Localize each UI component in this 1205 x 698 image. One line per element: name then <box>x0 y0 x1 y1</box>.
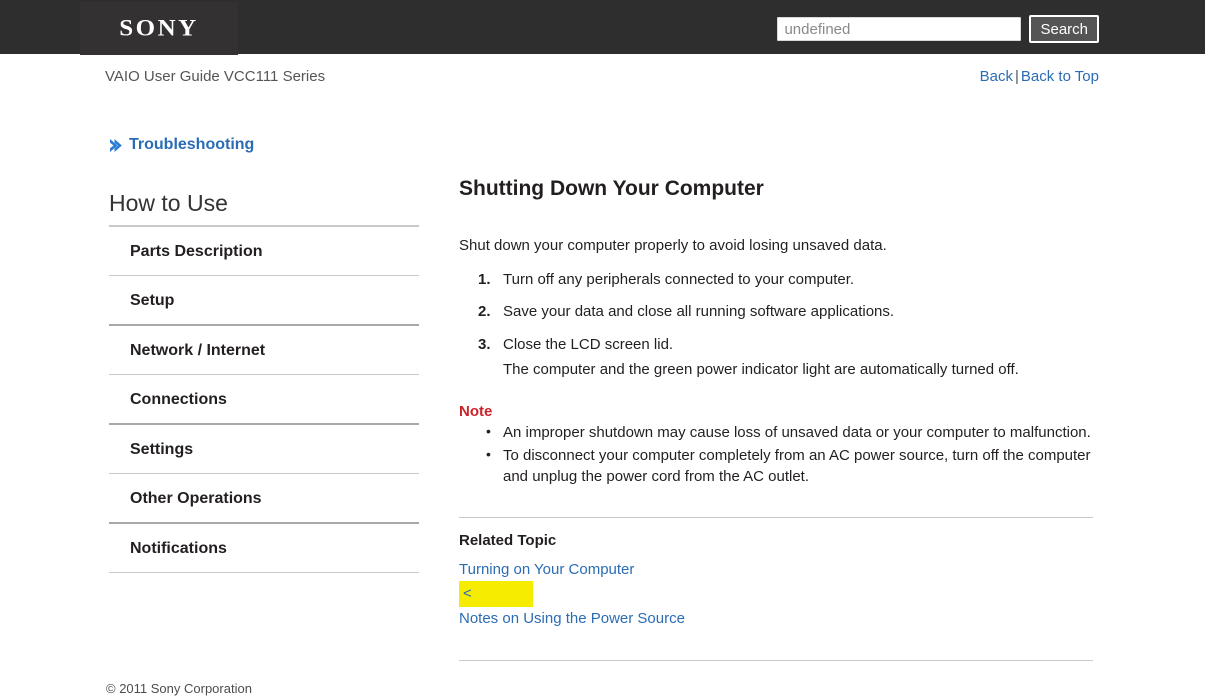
sidebar: Troubleshooting How to Use Parts Descrip… <box>109 136 419 573</box>
sony-wordmark-icon: SONY <box>119 16 199 41</box>
page-title: VAIO User Guide VCC111 Series <box>105 68 326 85</box>
sidebar-item-other-operations[interactable]: Other Operations <box>109 474 419 524</box>
nav-separator: | <box>1014 68 1019 85</box>
note-list: An improper shutdown may cause loss of u… <box>459 421 1093 489</box>
sidebar-item-setup[interactable]: Setup <box>109 276 419 326</box>
sidebar-section-heading: How to Use <box>109 190 419 227</box>
highlighted-link[interactable]: < <box>459 581 533 607</box>
sidebar-item-settings[interactable]: Settings <box>109 425 419 474</box>
main-content: Shutting Down Your Computer Shut down yo… <box>459 176 1093 662</box>
search-button[interactable]: Search <box>1029 15 1099 43</box>
list-item: An improper shutdown may cause loss of u… <box>486 421 1093 444</box>
guide-title-row: VAIO User Guide VCC111 Series Back | Back … <box>0 54 1205 100</box>
sidebar-item-network-internet[interactable]: Network / Internet <box>109 326 419 375</box>
sidebar-item-notifications[interactable]: Notifications <box>109 524 419 573</box>
note-heading: Note <box>459 402 493 420</box>
sidebar-item-parts-description[interactable]: Parts Description <box>109 227 419 276</box>
search-input[interactable] <box>777 17 1022 41</box>
related-link-notes-on-using-the-power-source[interactable]: Notes on Using the Power Source <box>459 607 1093 630</box>
sidebar-item-troubleshooting[interactable]: Troubleshooting <box>109 136 254 154</box>
list-item: Turn off any peripherals connected to yo… <box>478 269 1093 292</box>
footer-copyright: © 2011 Sony Corporation <box>106 681 252 696</box>
sidebar-item-troubleshooting-label: Troubleshooting <box>129 136 255 153</box>
related-topic-block: Related Topic Turning on Your Computer <… <box>459 532 1093 630</box>
back-to-top-link[interactable]: Back to Top <box>1021 68 1099 85</box>
step-text: Close the LCD screen lid. <box>503 335 674 353</box>
divider-top <box>459 517 1093 519</box>
list-item: Save your data and close all running sof… <box>478 301 1093 324</box>
steps-list: Turn off any peripherals connected to yo… <box>459 269 1093 382</box>
chevron-right-icon <box>109 138 122 153</box>
content-heading: Shutting Down Your Computer <box>459 177 764 200</box>
related-topic-heading: Related Topic <box>459 532 557 550</box>
sony-logo[interactable]: SONY <box>80 2 238 55</box>
sidebar-item-connections[interactable]: Connections <box>109 375 419 425</box>
list-item: Close the LCD screen lid. The computer a… <box>478 334 1093 382</box>
list-item: To disconnect your computer completely f… <box>486 444 1093 489</box>
divider-bottom <box>459 660 1093 662</box>
back-link[interactable]: Back <box>980 68 1013 85</box>
site-header: SONY Search <box>0 0 1205 55</box>
step-subtext: The computer and the green power indicat… <box>503 361 1019 379</box>
header-search: Search <box>777 15 1099 43</box>
step-text: Turn off any peripherals connected to yo… <box>503 270 855 288</box>
step-text: Save your data and close all running sof… <box>503 303 895 321</box>
header-nav-links: Back | Back to Top <box>980 68 1099 85</box>
intro-paragraph: Shut down your computer properly to avoi… <box>459 237 887 255</box>
related-link-turning-on-your-computer[interactable]: Turning on Your Computer <box>459 558 1093 581</box>
highlighted-related-entry: < <box>459 581 1093 607</box>
